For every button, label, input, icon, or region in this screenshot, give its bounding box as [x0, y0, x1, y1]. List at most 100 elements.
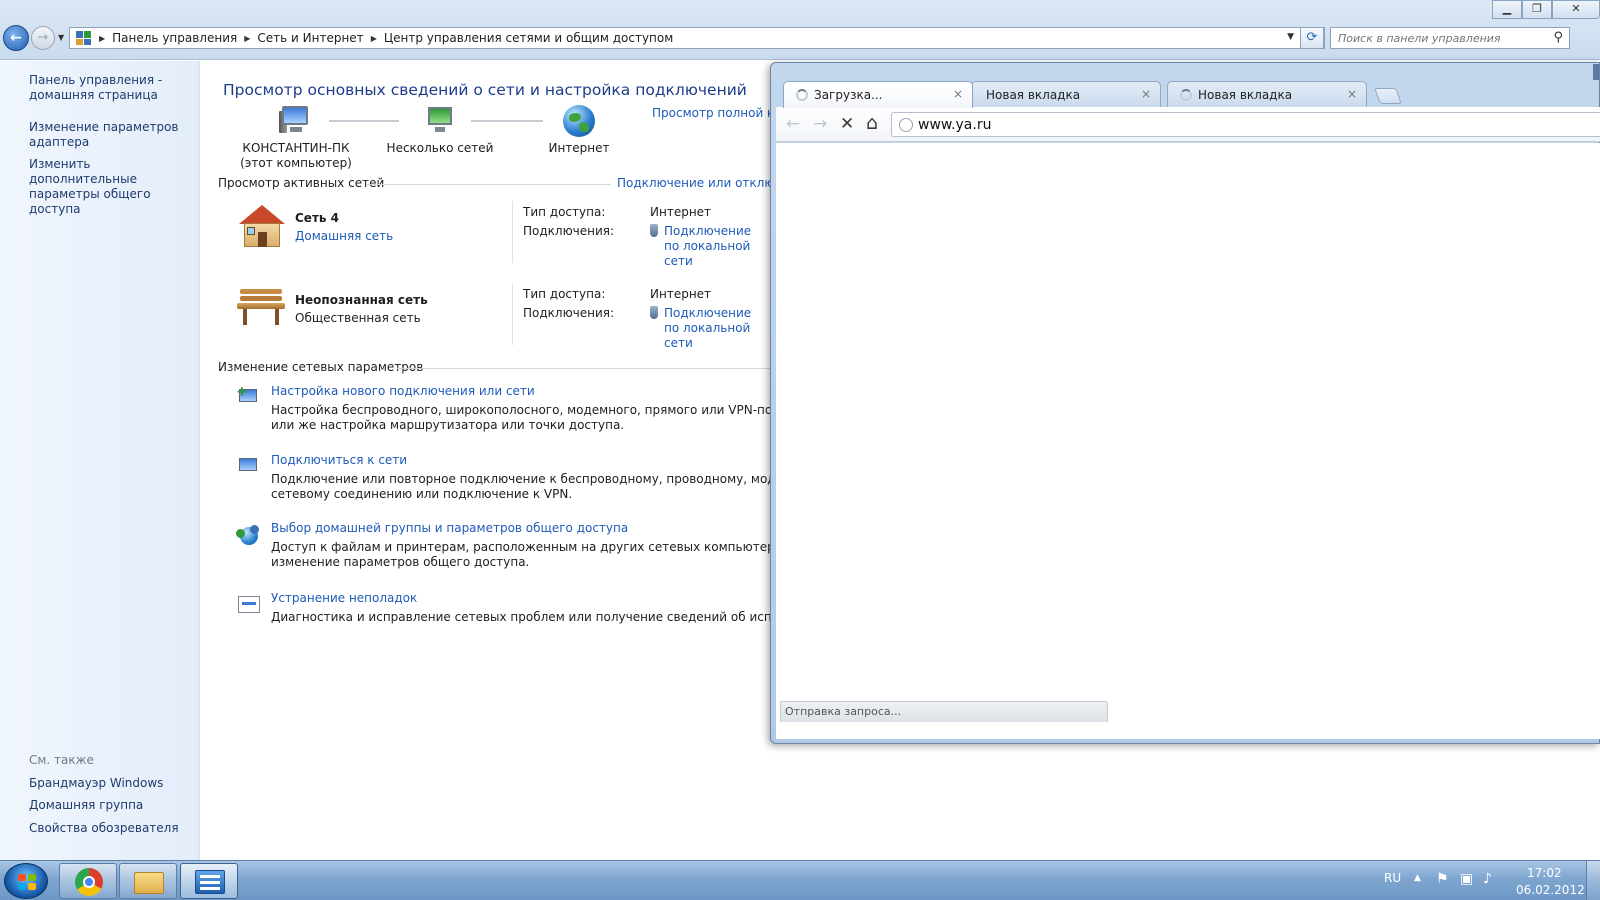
control-panel-icon: [76, 31, 92, 45]
task-description-line: или же настройка маршрутизатора или точк…: [271, 418, 625, 432]
taskbar: RU ▲ ⚑ ▣ ♪ 17:02 06.02.2012: [0, 860, 1600, 900]
close-tab-icon[interactable]: ×: [953, 87, 963, 101]
control-panel-icon: [195, 870, 225, 894]
breadcrumb-separator-icon[interactable]: ▶: [371, 34, 377, 43]
breadcrumb-separator-icon[interactable]: ▶: [244, 34, 250, 43]
sidebar-link-homegroup[interactable]: Домашняя группа: [29, 798, 194, 813]
sidebar-link-internet-options[interactable]: Свойства обозревателя: [29, 821, 194, 836]
change-settings-heading: Изменение сетевых параметров: [218, 360, 424, 374]
sidebar-link-adapter-settings[interactable]: Изменение параметров адаптера: [29, 120, 194, 150]
close-button[interactable]: ✕: [1552, 0, 1600, 19]
refresh-button[interactable]: ⟳: [1300, 27, 1324, 49]
network-icon[interactable]: ▣: [1460, 871, 1473, 887]
task-description: Подключение или повторное подключение к …: [271, 472, 787, 502]
taskbar-explorer[interactable]: [119, 863, 177, 899]
tab-title: Загрузка...: [814, 88, 883, 102]
network-name: Сеть 4: [295, 211, 340, 225]
homegroup-icon: [236, 523, 262, 547]
search-box[interactable]: ⚲: [1330, 27, 1570, 49]
bench-icon[interactable]: [237, 287, 285, 333]
connection-link-text[interactable]: Подключение по локальной сети: [664, 306, 751, 350]
view-full-map-link[interactable]: Просмотр полной карты: [652, 106, 787, 120]
taskbar-chrome[interactable]: [59, 863, 117, 899]
start-button[interactable]: [4, 863, 48, 899]
task-link[interactable]: Настройка нового подключения или сети: [271, 384, 535, 398]
task-link[interactable]: Выбор домашней группы и параметров общег…: [271, 521, 628, 535]
close-tab-icon[interactable]: ×: [1141, 87, 1151, 101]
back-button[interactable]: ←: [3, 25, 29, 51]
connection-link[interactable]: Подключение по локальной сети: [650, 224, 762, 269]
breadcrumb-control-panel[interactable]: Панель управления: [112, 31, 237, 45]
map-node-multiple-networks[interactable]: Несколько сетей: [365, 105, 515, 156]
url-input[interactable]: [918, 115, 1518, 134]
task-description-line: Настройка беспроводного, широкополосного…: [271, 403, 787, 417]
network-divider: [512, 283, 513, 345]
close-tab-icon[interactable]: ×: [1347, 87, 1357, 101]
breadcrumb-network-internet[interactable]: Сеть и Интернет: [257, 31, 363, 45]
new-connection-icon: +: [236, 384, 262, 410]
new-tab-button[interactable]: [1374, 88, 1402, 104]
browser-tab-new-2[interactable]: Новая вкладка ×: [1167, 81, 1367, 108]
connect-network-icon: [236, 455, 262, 479]
connection-link-text[interactable]: Подключение по локальной сети: [664, 224, 751, 268]
clock-time[interactable]: 17:02: [1527, 866, 1562, 880]
network-type: Общественная сеть: [295, 311, 421, 325]
browser-tab-loading[interactable]: Загрузка... ×: [783, 81, 973, 108]
show-desktop-button[interactable]: [1586, 861, 1600, 900]
browser-back-button[interactable]: ←: [786, 114, 800, 134]
task-description-line: изменение параметров общего доступа.: [271, 555, 530, 569]
language-indicator[interactable]: RU: [1384, 871, 1401, 885]
forward-button[interactable]: →: [31, 26, 55, 50]
computer-icon: [279, 105, 313, 137]
breadcrumb-separator-icon[interactable]: ▶: [99, 34, 105, 43]
network-divider: [512, 201, 513, 263]
action-center-icon[interactable]: ⚑: [1436, 871, 1449, 887]
task-description: Диагностика и исправление сетевых пробле…: [271, 610, 787, 625]
task-description-line: Диагностика и исправление сетевых пробле…: [271, 610, 787, 624]
active-network-unidentified: Неопознанная сеть Общественная сеть Тип …: [237, 283, 777, 359]
browser-tab-new-1[interactable]: Новая вкладка ×: [971, 81, 1161, 108]
breadcrumb-network-center[interactable]: Центр управления сетями и общим доступом: [384, 31, 673, 45]
search-icon[interactable]: ⚲: [1553, 30, 1563, 45]
ethernet-plug-icon: [650, 306, 658, 319]
house-icon[interactable]: [237, 205, 285, 251]
task-link[interactable]: Подключиться к сети: [271, 453, 407, 467]
show-hidden-icons-arrow[interactable]: ▲: [1414, 873, 1421, 883]
minimize-button[interactable]: ▁: [1492, 0, 1522, 19]
connection-link[interactable]: Подключение по локальной сети: [650, 306, 762, 351]
task-link[interactable]: Устранение неполадок: [271, 591, 417, 605]
search-input[interactable]: [1331, 28, 1541, 48]
omnibox[interactable]: [891, 112, 1600, 137]
browser-content-area[interactable]: Отправка запроса...: [776, 143, 1600, 739]
taskbar-control-panel[interactable]: [180, 863, 238, 899]
volume-icon[interactable]: ♪: [1483, 871, 1492, 887]
section-divider: [397, 368, 787, 369]
connections-label: Подключения:: [523, 224, 615, 238]
home-button[interactable]: ⌂: [866, 112, 878, 134]
network-type-link[interactable]: Домашняя сеть: [295, 229, 393, 243]
sidebar-link-firewall[interactable]: Брандмауэр Windows: [29, 776, 194, 791]
sidebar-link-control-panel-home[interactable]: Панель управления - домашняя страница: [29, 73, 194, 103]
address-dropdown-icon[interactable]: ▼: [1287, 32, 1294, 42]
map-node-this-computer[interactable]: КОНСТАНТИН-ПК (этот компьютер): [221, 105, 371, 171]
recent-pages-dropdown[interactable]: ▼: [58, 33, 64, 42]
map-node-label: Несколько сетей: [386, 141, 494, 155]
status-bubble: Отправка запроса...: [780, 701, 1108, 722]
map-node-internet[interactable]: Интернет: [504, 105, 654, 156]
browser-toolbar: ← → ✕ ⌂: [776, 107, 1600, 142]
access-type-label: Тип доступа:: [523, 205, 606, 219]
clock-date[interactable]: 06.02.2012: [1516, 883, 1585, 897]
tab-title: Новая вкладка: [986, 88, 1081, 102]
browser-forward-button[interactable]: →: [813, 114, 827, 134]
stop-loading-button[interactable]: ✕: [840, 114, 854, 134]
address-bar[interactable]: ▶ Панель управления ▶ Сеть и Интернет ▶ …: [69, 27, 1325, 49]
sidebar-link-advanced-sharing[interactable]: Изменить дополнительные параметры общего…: [29, 157, 194, 217]
task-description: Доступ к файлам и принтерам, расположенн…: [271, 540, 787, 570]
globe-icon: [563, 105, 595, 137]
folder-icon: [134, 872, 164, 894]
connect-disconnect-link[interactable]: Подключение или отключение: [617, 176, 787, 190]
maximize-button[interactable]: ❐: [1522, 0, 1552, 19]
access-type-value: Интернет: [650, 287, 712, 301]
windows-flag-icon: [18, 874, 36, 890]
page-info-icon[interactable]: [899, 118, 913, 132]
